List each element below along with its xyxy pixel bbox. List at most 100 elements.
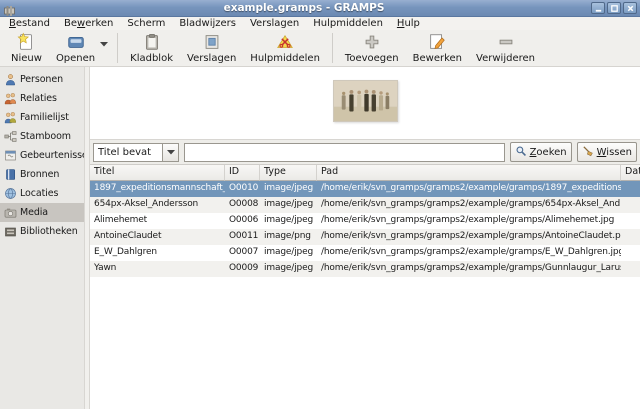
cell-pad: /home/erik/svn_gramps/gramps2/example/gr…	[317, 197, 621, 213]
clear-button[interactable]: Wissen	[577, 142, 637, 162]
cell-type: image/jpeg	[260, 181, 317, 197]
relations-icon	[4, 92, 17, 105]
sidebar-item-bronnen[interactable]: Bronnen	[0, 165, 84, 184]
toolbar: Nieuw Openen Kladblok Verslagen Hulpmiddelen…	[0, 30, 640, 67]
menu-hulp[interactable]: Hulp	[390, 18, 427, 29]
titlebar[interactable]: example.gramps - GRAMPS	[0, 0, 640, 17]
cell-pad: /home/erik/svn_gramps/gramps2/example/gr…	[317, 261, 621, 277]
toolbar-button-label: Openen	[56, 52, 95, 65]
category-sidebar: Personen Relaties Familielijst Stamboom Gebe…	[0, 67, 84, 409]
filter-field-value: Titel bevat	[93, 143, 163, 162]
menu-hulpmiddelen[interactable]: Hulpmiddelen	[306, 18, 390, 29]
cell-type: image/jpeg	[260, 261, 317, 277]
search-icon	[515, 145, 527, 160]
window-title: example.gramps - GRAMPS	[19, 2, 589, 14]
clear-icon	[582, 145, 594, 160]
toolbar-button-kladblok[interactable]: Kladblok	[123, 31, 180, 65]
column-header-datum[interactable]: Datum	[621, 165, 640, 181]
media-icon	[4, 206, 17, 219]
sidebar-item-label: Stamboom	[20, 131, 71, 142]
sidebar-item-label: Bronnen	[20, 169, 59, 180]
cell-titel: Alimehemet	[90, 213, 225, 229]
cell-id: O0011	[225, 229, 260, 245]
person-icon	[4, 73, 17, 86]
menu-scherm[interactable]: Scherm	[120, 18, 172, 29]
column-header-titel[interactable]: Titel	[90, 165, 225, 181]
add-icon	[361, 32, 383, 52]
tools-icon	[274, 32, 296, 52]
toolbar-button-verslagen[interactable]: Verslagen	[180, 31, 243, 65]
sidebar-item-relaties[interactable]: Relaties	[0, 89, 84, 108]
column-header-type[interactable]: Type	[260, 165, 317, 181]
clipboard-icon	[141, 32, 163, 52]
cell-id: O0006	[225, 213, 260, 229]
search-button-label: Zoeken	[530, 147, 567, 158]
new-document-icon	[15, 32, 37, 52]
remove-icon	[495, 32, 517, 52]
toolbar-button-label: Nieuw	[11, 52, 42, 65]
search-button[interactable]: Zoeken	[510, 142, 572, 162]
sidebar-item-gebeurtenissen[interactable]: Gebeurtenissen	[0, 146, 84, 165]
toolbar-button-nieuw[interactable]: Nieuw	[4, 31, 49, 65]
table-row-e-w-dahlgren[interactable]: E_W_DahlgrenO0007image/jpeg/home/erik/sv…	[90, 245, 640, 261]
table-empty-space	[90, 277, 640, 409]
sidebar-item-label: Locaties	[20, 188, 58, 199]
maximize-icon	[610, 4, 619, 13]
menu-verslagen[interactable]: Verslagen	[243, 18, 306, 29]
filter-field-combobox[interactable]: Titel bevat	[93, 143, 179, 162]
clear-button-label: Wissen	[597, 147, 632, 158]
close-button[interactable]	[623, 2, 637, 14]
open-dropdown-button[interactable]	[98, 32, 110, 52]
sidebar-item-personen[interactable]: Personen	[0, 70, 84, 89]
cell-type: image/jpeg	[260, 213, 317, 229]
library-icon	[4, 225, 17, 238]
events-icon	[4, 149, 17, 162]
toolbar-button-openen[interactable]: Openen	[49, 31, 102, 65]
media-table-body: 1897_expeditionsmannschaft_rio_aO0010ima…	[90, 181, 640, 277]
table-row-antoineclaudet[interactable]: AntoineClaudetO0011image/png/home/erik/s…	[90, 229, 640, 245]
column-header-pad[interactable]: Pad	[317, 165, 621, 181]
chevron-down-icon[interactable]	[163, 143, 179, 162]
cell-titel: AntoineClaudet	[90, 229, 225, 245]
toolbar-button-toevoegen[interactable]: Toevoegen	[338, 31, 406, 65]
minimize-button[interactable]	[591, 2, 605, 14]
table-row-alimehemet[interactable]: AlimehemetO0006image/jpeg/home/erik/svn_…	[90, 213, 640, 229]
sidebar-item-bibliotheken[interactable]: Bibliotheken	[0, 222, 84, 241]
sidebar-item-stamboom[interactable]: Stamboom	[0, 127, 84, 146]
menu-bestand[interactable]: Bestand	[2, 18, 57, 29]
sources-icon	[4, 168, 17, 181]
gramps-window: example.gramps - GRAMPS BestandBewerkenS…	[0, 0, 640, 409]
sidebar-item-media[interactable]: Media	[0, 203, 84, 222]
table-row-654px-aksel-andersson[interactable]: 654px-Aksel_AnderssonO0008image/jpeg/hom…	[90, 197, 640, 213]
close-icon	[626, 4, 635, 13]
table-row-1897-expeditionsmannschaft-rio-a[interactable]: 1897_expeditionsmannschaft_rio_aO0010ima…	[90, 181, 640, 197]
maximize-button[interactable]	[607, 2, 621, 14]
minimize-icon	[594, 4, 603, 13]
sidebar-item-label: Media	[20, 207, 48, 218]
toolbar-button-label: Kladblok	[130, 52, 173, 65]
sidebar-item-familielijst[interactable]: Familielijst	[0, 108, 84, 127]
sidebar-item-locaties[interactable]: Locaties	[0, 184, 84, 203]
toolbar-button-label: Hulpmiddelen	[250, 52, 320, 65]
open-icon	[65, 32, 87, 52]
cell-pad: /home/erik/svn_gramps/gramps2/example/gr…	[317, 245, 621, 261]
toolbar-button-hulpmiddelen[interactable]: Hulpmiddelen	[243, 31, 327, 65]
column-header-id[interactable]: ID	[225, 165, 260, 181]
toolbar-button-bewerken[interactable]: Bewerken	[406, 31, 469, 65]
table-row-yawn[interactable]: YawnO0009image/jpeg/home/erik/svn_gramps…	[90, 261, 640, 277]
cell-id: O0009	[225, 261, 260, 277]
toolbar-button-verwijderen[interactable]: Verwijderen	[469, 31, 542, 65]
sidebar-item-label: Gebeurtenissen	[20, 150, 84, 161]
chevron-down-icon	[100, 32, 108, 51]
menu-bewerken[interactable]: Bewerken	[57, 18, 120, 29]
toolbar-button-label: Verslagen	[187, 52, 236, 65]
sidebar-item-label: Relaties	[20, 93, 57, 104]
cell-pad: /home/erik/svn_gramps/gramps2/example/gr…	[317, 213, 621, 229]
cell-id: O0007	[225, 245, 260, 261]
toolbar-button-label: Bewerken	[413, 52, 462, 65]
cell-id: O0008	[225, 197, 260, 213]
filter-bar: Titel bevat Zoeken Wissen	[90, 139, 640, 165]
menu-bladwijzers[interactable]: Bladwijzers	[172, 18, 243, 29]
filter-text-input[interactable]	[184, 143, 505, 162]
media-thumbnail[interactable]	[333, 80, 398, 122]
